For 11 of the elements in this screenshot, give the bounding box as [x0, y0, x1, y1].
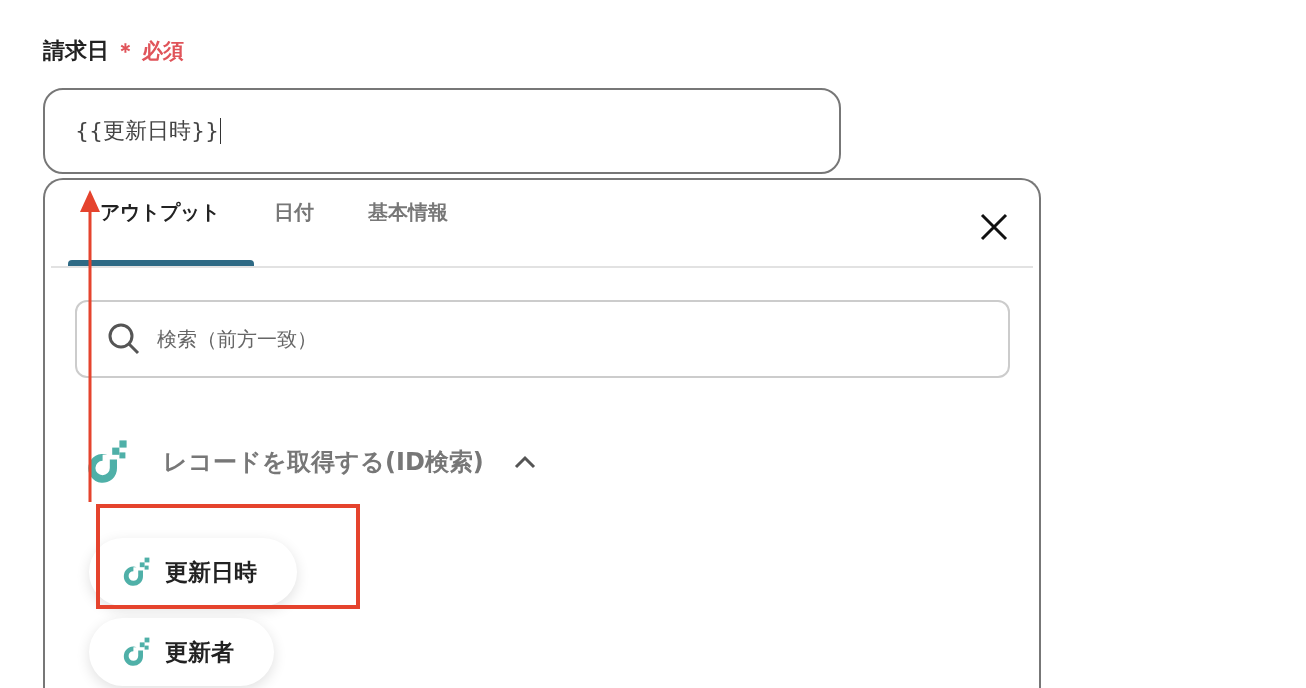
search-field[interactable]: 検索（前方一致）	[75, 300, 1010, 378]
required-text: 必須	[142, 38, 184, 65]
close-icon[interactable]	[979, 212, 1009, 242]
output-item[interactable]: 更新日時	[89, 538, 297, 606]
search-icon	[107, 322, 141, 356]
group-header[interactable]: レコードを取得する(ID検索)	[81, 432, 536, 492]
output-item[interactable]: 更新者	[89, 618, 274, 686]
required-mark: ＊	[115, 38, 136, 65]
chevron-icon	[513, 454, 536, 470]
field-label: 請求日	[43, 37, 109, 65]
date-input-field[interactable]: {{更新日時}}	[43, 88, 841, 174]
